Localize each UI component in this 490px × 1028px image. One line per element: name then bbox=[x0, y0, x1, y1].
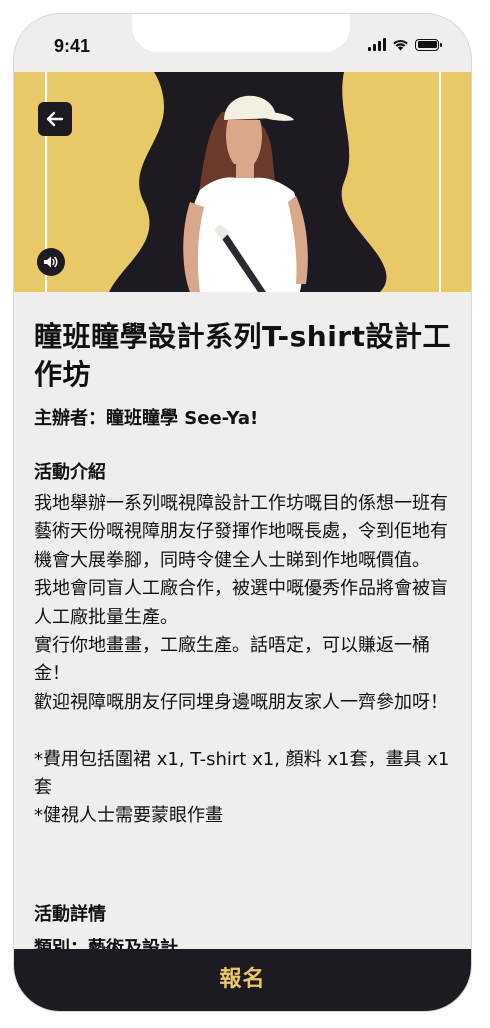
status-bar: 9:41 bbox=[14, 14, 471, 72]
intro-body: 我地舉辦一系列嘅視障設計工作坊嘅目的係想一班有藝術天份嘅視障朋友仔發揮作地嘅長處… bbox=[34, 490, 454, 831]
wifi-icon bbox=[393, 39, 408, 51]
intro-notes: *費用包括圍裙 x1, T-shirt x1, 顏料 x1套，畫具 x1套 *健… bbox=[34, 748, 450, 827]
arrow-left-icon bbox=[46, 111, 64, 127]
event-content: 瞳班瞳學設計系列T-shirt設計工作坊 主辦者：瞳班瞳學 See-Ya! 活動… bbox=[14, 292, 471, 949]
battery-icon bbox=[415, 38, 442, 51]
register-button[interactable]: 報名 bbox=[14, 949, 471, 1011]
phone-screen: 9:41 瞳班瞳學設計系列T-shirt設計工作坊 主辦者：瞳班瞳學 See-Y… bbox=[14, 14, 471, 1011]
event-title: 瞳班瞳學設計系列T-shirt設計工作坊 bbox=[34, 320, 451, 391]
status-time: 9:41 bbox=[54, 36, 91, 56]
details-category: 類別：藝術及設計 bbox=[34, 938, 178, 949]
cellular-signal-icon bbox=[368, 38, 386, 51]
event-organizer: 主辦者：瞳班瞳學 See-Ya! bbox=[34, 408, 259, 429]
hero-image bbox=[14, 72, 471, 292]
back-button[interactable] bbox=[38, 102, 72, 136]
intro-paragraph: 我地舉辦一系列嘅視障設計工作坊嘅目的係想一班有藝術天份嘅視障朋友仔發揮作地嘅長處… bbox=[34, 493, 448, 713]
system-icons bbox=[368, 38, 442, 51]
details-section-title: 活動詳情 bbox=[34, 904, 106, 925]
hero-illustration bbox=[14, 72, 471, 292]
notch bbox=[132, 14, 350, 52]
register-button-label: 報名 bbox=[219, 967, 266, 992]
speaker-icon bbox=[44, 256, 58, 268]
intro-section-title: 活動介紹 bbox=[34, 462, 106, 483]
sound-button[interactable] bbox=[37, 248, 65, 276]
